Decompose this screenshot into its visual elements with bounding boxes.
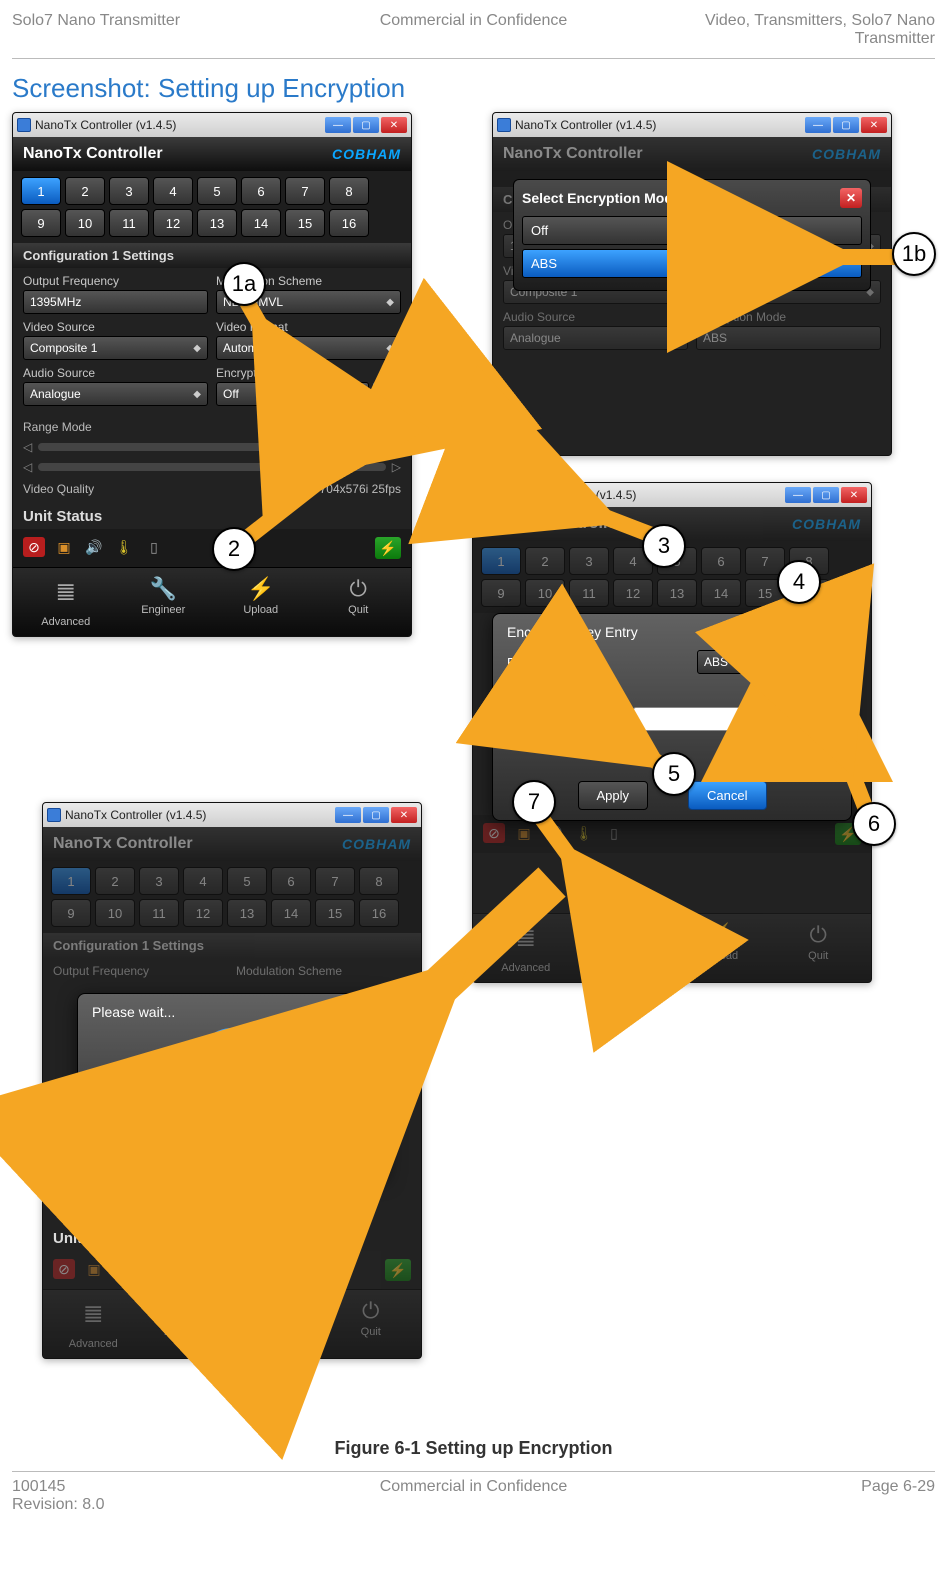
callout-2: 2 <box>212 527 256 571</box>
footer-mid: Commercial in Confidence <box>320 1478 628 1496</box>
callout-3: 3 <box>642 524 686 568</box>
callout-4: 4 <box>777 560 821 604</box>
figure-caption: Figure 6-1 Setting up Encryption <box>12 1438 935 1459</box>
header-mid: Commercial in Confidence <box>320 12 628 30</box>
header-right: Video, Transmitters, Solo7 Nano Transmit… <box>627 12 935 48</box>
callout-1a: 1a <box>222 262 266 306</box>
header-left: Solo7 Nano Transmitter <box>12 12 320 30</box>
footer-revision: Revision: 8.0 <box>12 1496 320 1514</box>
section-title: Screenshot: Setting up Encryption <box>12 73 935 104</box>
figure-canvas: NanoTx Controller (v1.4.5) — ▢ ✕ NanoTx … <box>12 112 932 1432</box>
page-header: Solo7 Nano Transmitter Commercial in Con… <box>12 8 935 59</box>
callout-1b: 1b <box>892 232 936 276</box>
footer-doc-number: 100145 <box>12 1478 320 1496</box>
page-footer: 100145 Revision: 8.0 Commercial in Confi… <box>12 1471 935 1524</box>
callout-6: 6 <box>852 802 896 846</box>
footer-page: Page 6-29 <box>627 1478 935 1496</box>
callout-5: 5 <box>652 752 696 796</box>
callout-7: 7 <box>512 780 556 824</box>
